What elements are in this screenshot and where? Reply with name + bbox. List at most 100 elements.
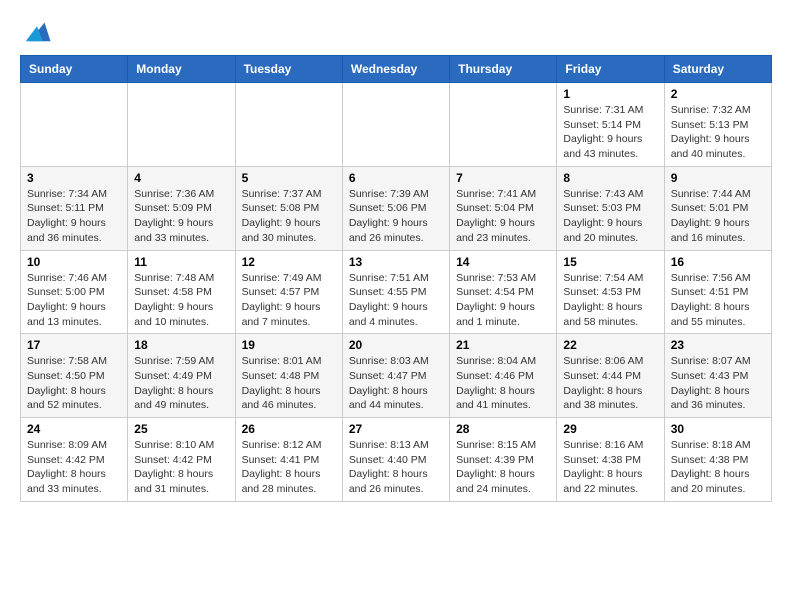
calendar-week-row: 1 Sunrise: 7:31 AM Sunset: 5:14 PM Daylig… bbox=[21, 83, 772, 167]
day-detail: Sunrise: 8:15 AM Sunset: 4:39 PM Dayligh… bbox=[456, 438, 550, 497]
day-number: 27 bbox=[349, 422, 443, 436]
day-number: 3 bbox=[27, 171, 121, 185]
calendar-cell: 2 Sunrise: 7:32 AM Sunset: 5:13 PM Daylig… bbox=[664, 83, 771, 167]
day-number: 23 bbox=[671, 338, 765, 352]
column-header-monday: Monday bbox=[128, 56, 235, 83]
calendar-week-row: 10 Sunrise: 7:46 AM Sunset: 5:00 PM Dayli… bbox=[21, 250, 772, 334]
column-header-friday: Friday bbox=[557, 56, 664, 83]
day-detail: Sunrise: 7:46 AM Sunset: 5:00 PM Dayligh… bbox=[27, 271, 121, 330]
day-number: 9 bbox=[671, 171, 765, 185]
calendar-cell: 10 Sunrise: 7:46 AM Sunset: 5:00 PM Dayli… bbox=[21, 250, 128, 334]
day-detail: Sunrise: 7:56 AM Sunset: 4:51 PM Dayligh… bbox=[671, 271, 765, 330]
column-header-wednesday: Wednesday bbox=[342, 56, 449, 83]
calendar-cell: 20 Sunrise: 8:03 AM Sunset: 4:47 PM Dayli… bbox=[342, 334, 449, 418]
calendar-cell: 5 Sunrise: 7:37 AM Sunset: 5:08 PM Daylig… bbox=[235, 166, 342, 250]
day-detail: Sunrise: 7:44 AM Sunset: 5:01 PM Dayligh… bbox=[671, 187, 765, 246]
calendar-cell: 18Sunrise: 7:59 AM Sunset: 4:49 PM Dayli… bbox=[128, 334, 235, 418]
day-detail: Sunrise: 7:31 AM Sunset: 5:14 PM Dayligh… bbox=[563, 103, 657, 162]
day-detail: Sunrise: 8:04 AM Sunset: 4:46 PM Dayligh… bbox=[456, 354, 550, 413]
calendar-cell: 17 Sunrise: 7:58 AM Sunset: 4:50 PM Dayli… bbox=[21, 334, 128, 418]
calendar-cell: 16Sunrise: 7:56 AM Sunset: 4:51 PM Dayli… bbox=[664, 250, 771, 334]
day-number: 12 bbox=[242, 255, 336, 269]
calendar-cell bbox=[450, 83, 557, 167]
day-detail: Sunrise: 8:13 AM Sunset: 4:40 PM Dayligh… bbox=[349, 438, 443, 497]
page-header bbox=[20, 20, 772, 45]
calendar-week-row: 17 Sunrise: 7:58 AM Sunset: 4:50 PM Dayli… bbox=[21, 334, 772, 418]
day-number: 21 bbox=[456, 338, 550, 352]
day-detail: Sunrise: 8:09 AM Sunset: 4:42 PM Dayligh… bbox=[27, 438, 121, 497]
day-number: 2 bbox=[671, 87, 765, 101]
day-number: 20 bbox=[349, 338, 443, 352]
column-header-tuesday: Tuesday bbox=[235, 56, 342, 83]
calendar-header-row: SundayMondayTuesdayWednesdayThursdayFrid… bbox=[21, 56, 772, 83]
calendar-cell: 30Sunrise: 8:18 AM Sunset: 4:38 PM Dayli… bbox=[664, 418, 771, 502]
day-number: 19 bbox=[242, 338, 336, 352]
logo bbox=[20, 20, 52, 45]
calendar-cell: 3 Sunrise: 7:34 AM Sunset: 5:11 PM Daylig… bbox=[21, 166, 128, 250]
calendar-cell: 19 Sunrise: 8:01 AM Sunset: 4:48 PM Dayli… bbox=[235, 334, 342, 418]
calendar-week-row: 3 Sunrise: 7:34 AM Sunset: 5:11 PM Daylig… bbox=[21, 166, 772, 250]
day-number: 5 bbox=[242, 171, 336, 185]
day-detail: Sunrise: 7:34 AM Sunset: 5:11 PM Dayligh… bbox=[27, 187, 121, 246]
day-detail: Sunrise: 8:07 AM Sunset: 4:43 PM Dayligh… bbox=[671, 354, 765, 413]
calendar-cell: 1 Sunrise: 7:31 AM Sunset: 5:14 PM Daylig… bbox=[557, 83, 664, 167]
day-number: 18 bbox=[134, 338, 228, 352]
calendar-week-row: 24 Sunrise: 8:09 AM Sunset: 4:42 PM Dayli… bbox=[21, 418, 772, 502]
day-number: 22 bbox=[563, 338, 657, 352]
day-number: 11 bbox=[134, 255, 228, 269]
column-header-thursday: Thursday bbox=[450, 56, 557, 83]
calendar-cell: 27 Sunrise: 8:13 AM Sunset: 4:40 PM Dayli… bbox=[342, 418, 449, 502]
calendar-cell: 29 Sunrise: 8:16 AM Sunset: 4:38 PM Dayli… bbox=[557, 418, 664, 502]
day-detail: Sunrise: 7:39 AM Sunset: 5:06 PM Dayligh… bbox=[349, 187, 443, 246]
calendar-cell: 26 Sunrise: 8:12 AM Sunset: 4:41 PM Dayli… bbox=[235, 418, 342, 502]
day-detail: Sunrise: 7:48 AM Sunset: 4:58 PM Dayligh… bbox=[134, 271, 228, 330]
day-number: 17 bbox=[27, 338, 121, 352]
calendar-cell: 12Sunrise: 7:49 AM Sunset: 4:57 PM Dayli… bbox=[235, 250, 342, 334]
day-number: 26 bbox=[242, 422, 336, 436]
calendar-cell: 11 Sunrise: 7:48 AM Sunset: 4:58 PM Dayli… bbox=[128, 250, 235, 334]
calendar-cell bbox=[235, 83, 342, 167]
day-number: 4 bbox=[134, 171, 228, 185]
day-detail: Sunrise: 7:53 AM Sunset: 4:54 PM Dayligh… bbox=[456, 271, 550, 330]
day-number: 13 bbox=[349, 255, 443, 269]
day-number: 24 bbox=[27, 422, 121, 436]
day-detail: Sunrise: 7:54 AM Sunset: 4:53 PM Dayligh… bbox=[563, 271, 657, 330]
calendar-cell: 28 Sunrise: 8:15 AM Sunset: 4:39 PM Dayli… bbox=[450, 418, 557, 502]
day-number: 25 bbox=[134, 422, 228, 436]
calendar-cell: 14 Sunrise: 7:53 AM Sunset: 4:54 PM Dayli… bbox=[450, 250, 557, 334]
calendar-cell: 13 Sunrise: 7:51 AM Sunset: 4:55 PM Dayli… bbox=[342, 250, 449, 334]
calendar-cell: 8 Sunrise: 7:43 AM Sunset: 5:03 PM Daylig… bbox=[557, 166, 664, 250]
day-detail: Sunrise: 8:16 AM Sunset: 4:38 PM Dayligh… bbox=[563, 438, 657, 497]
day-number: 28 bbox=[456, 422, 550, 436]
day-number: 29 bbox=[563, 422, 657, 436]
calendar-cell: 4Sunrise: 7:36 AM Sunset: 5:09 PM Daylig… bbox=[128, 166, 235, 250]
calendar-cell: 15 Sunrise: 7:54 AM Sunset: 4:53 PM Dayli… bbox=[557, 250, 664, 334]
day-number: 15 bbox=[563, 255, 657, 269]
logo-icon bbox=[22, 15, 52, 45]
calendar-cell bbox=[128, 83, 235, 167]
day-detail: Sunrise: 8:18 AM Sunset: 4:38 PM Dayligh… bbox=[671, 438, 765, 497]
day-detail: Sunrise: 8:06 AM Sunset: 4:44 PM Dayligh… bbox=[563, 354, 657, 413]
day-number: 7 bbox=[456, 171, 550, 185]
day-number: 10 bbox=[27, 255, 121, 269]
calendar-cell: 7 Sunrise: 7:41 AM Sunset: 5:04 PM Daylig… bbox=[450, 166, 557, 250]
day-detail: Sunrise: 8:03 AM Sunset: 4:47 PM Dayligh… bbox=[349, 354, 443, 413]
column-header-saturday: Saturday bbox=[664, 56, 771, 83]
day-detail: Sunrise: 8:01 AM Sunset: 4:48 PM Dayligh… bbox=[242, 354, 336, 413]
day-detail: Sunrise: 7:37 AM Sunset: 5:08 PM Dayligh… bbox=[242, 187, 336, 246]
day-detail: Sunrise: 7:41 AM Sunset: 5:04 PM Dayligh… bbox=[456, 187, 550, 246]
day-detail: Sunrise: 7:51 AM Sunset: 4:55 PM Dayligh… bbox=[349, 271, 443, 330]
calendar-table: SundayMondayTuesdayWednesdayThursdayFrid… bbox=[20, 55, 772, 502]
day-detail: Sunrise: 8:12 AM Sunset: 4:41 PM Dayligh… bbox=[242, 438, 336, 497]
day-detail: Sunrise: 7:58 AM Sunset: 4:50 PM Dayligh… bbox=[27, 354, 121, 413]
day-detail: Sunrise: 7:43 AM Sunset: 5:03 PM Dayligh… bbox=[563, 187, 657, 246]
day-number: 1 bbox=[563, 87, 657, 101]
calendar-cell: 23 Sunrise: 8:07 AM Sunset: 4:43 PM Dayli… bbox=[664, 334, 771, 418]
day-number: 6 bbox=[349, 171, 443, 185]
calendar-cell: 24 Sunrise: 8:09 AM Sunset: 4:42 PM Dayli… bbox=[21, 418, 128, 502]
column-header-sunday: Sunday bbox=[21, 56, 128, 83]
day-number: 14 bbox=[456, 255, 550, 269]
day-detail: Sunrise: 7:32 AM Sunset: 5:13 PM Dayligh… bbox=[671, 103, 765, 162]
day-number: 8 bbox=[563, 171, 657, 185]
calendar-cell bbox=[21, 83, 128, 167]
